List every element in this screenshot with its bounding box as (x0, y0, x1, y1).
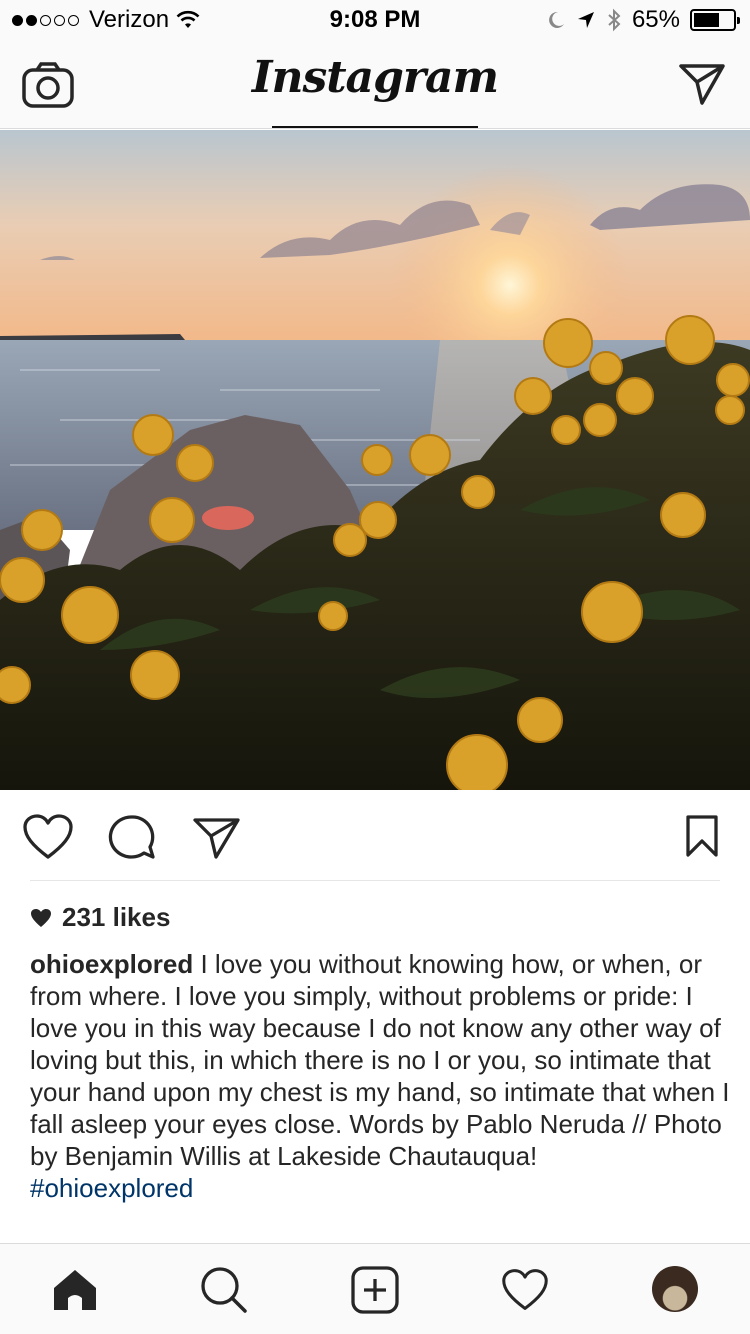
logo-underline (272, 126, 478, 128)
battery-icon (690, 9, 740, 31)
bottom-tab-bar (0, 1243, 750, 1334)
activity-heart-icon[interactable] (501, 1268, 549, 1312)
profile-avatar[interactable] (652, 1266, 698, 1312)
likes-label: 231 likes (62, 902, 171, 932)
comment-bubble-icon[interactable] (108, 814, 156, 860)
share-paper-plane-icon[interactable] (192, 816, 242, 860)
home-icon[interactable] (52, 1268, 98, 1312)
small-heart-icon (31, 908, 51, 927)
post-caption: ohioexplored I love you without knowing … (30, 948, 730, 1204)
top-nav-bar: Instagram (0, 40, 750, 129)
bluetooth-icon (608, 8, 621, 32)
save-bookmark-icon[interactable] (685, 814, 719, 858)
new-post-icon[interactable] (351, 1266, 399, 1314)
post-image[interactable] (0, 130, 750, 790)
status-right: 65% (546, 6, 740, 34)
sunset-photo (0, 130, 750, 790)
status-bar: Verizon 9:08 PM 65% (0, 0, 750, 40)
search-icon[interactable] (200, 1266, 248, 1314)
caption-text: I love you without knowing how, or when,… (30, 949, 730, 1171)
moon-icon (549, 11, 564, 28)
direct-message-icon[interactable] (678, 62, 726, 106)
like-heart-icon[interactable] (22, 814, 74, 860)
post-actions (0, 790, 750, 880)
app-logo: Instagram (251, 52, 499, 103)
location-arrow-icon (577, 12, 594, 28)
caption-username[interactable]: ohioexplored (30, 949, 193, 979)
caption-hashtag[interactable]: #ohioexplored (30, 1172, 730, 1204)
battery-percent: 65% (631, 6, 680, 33)
actions-divider (30, 880, 720, 881)
likes-count[interactable]: 231 likes (30, 902, 170, 933)
